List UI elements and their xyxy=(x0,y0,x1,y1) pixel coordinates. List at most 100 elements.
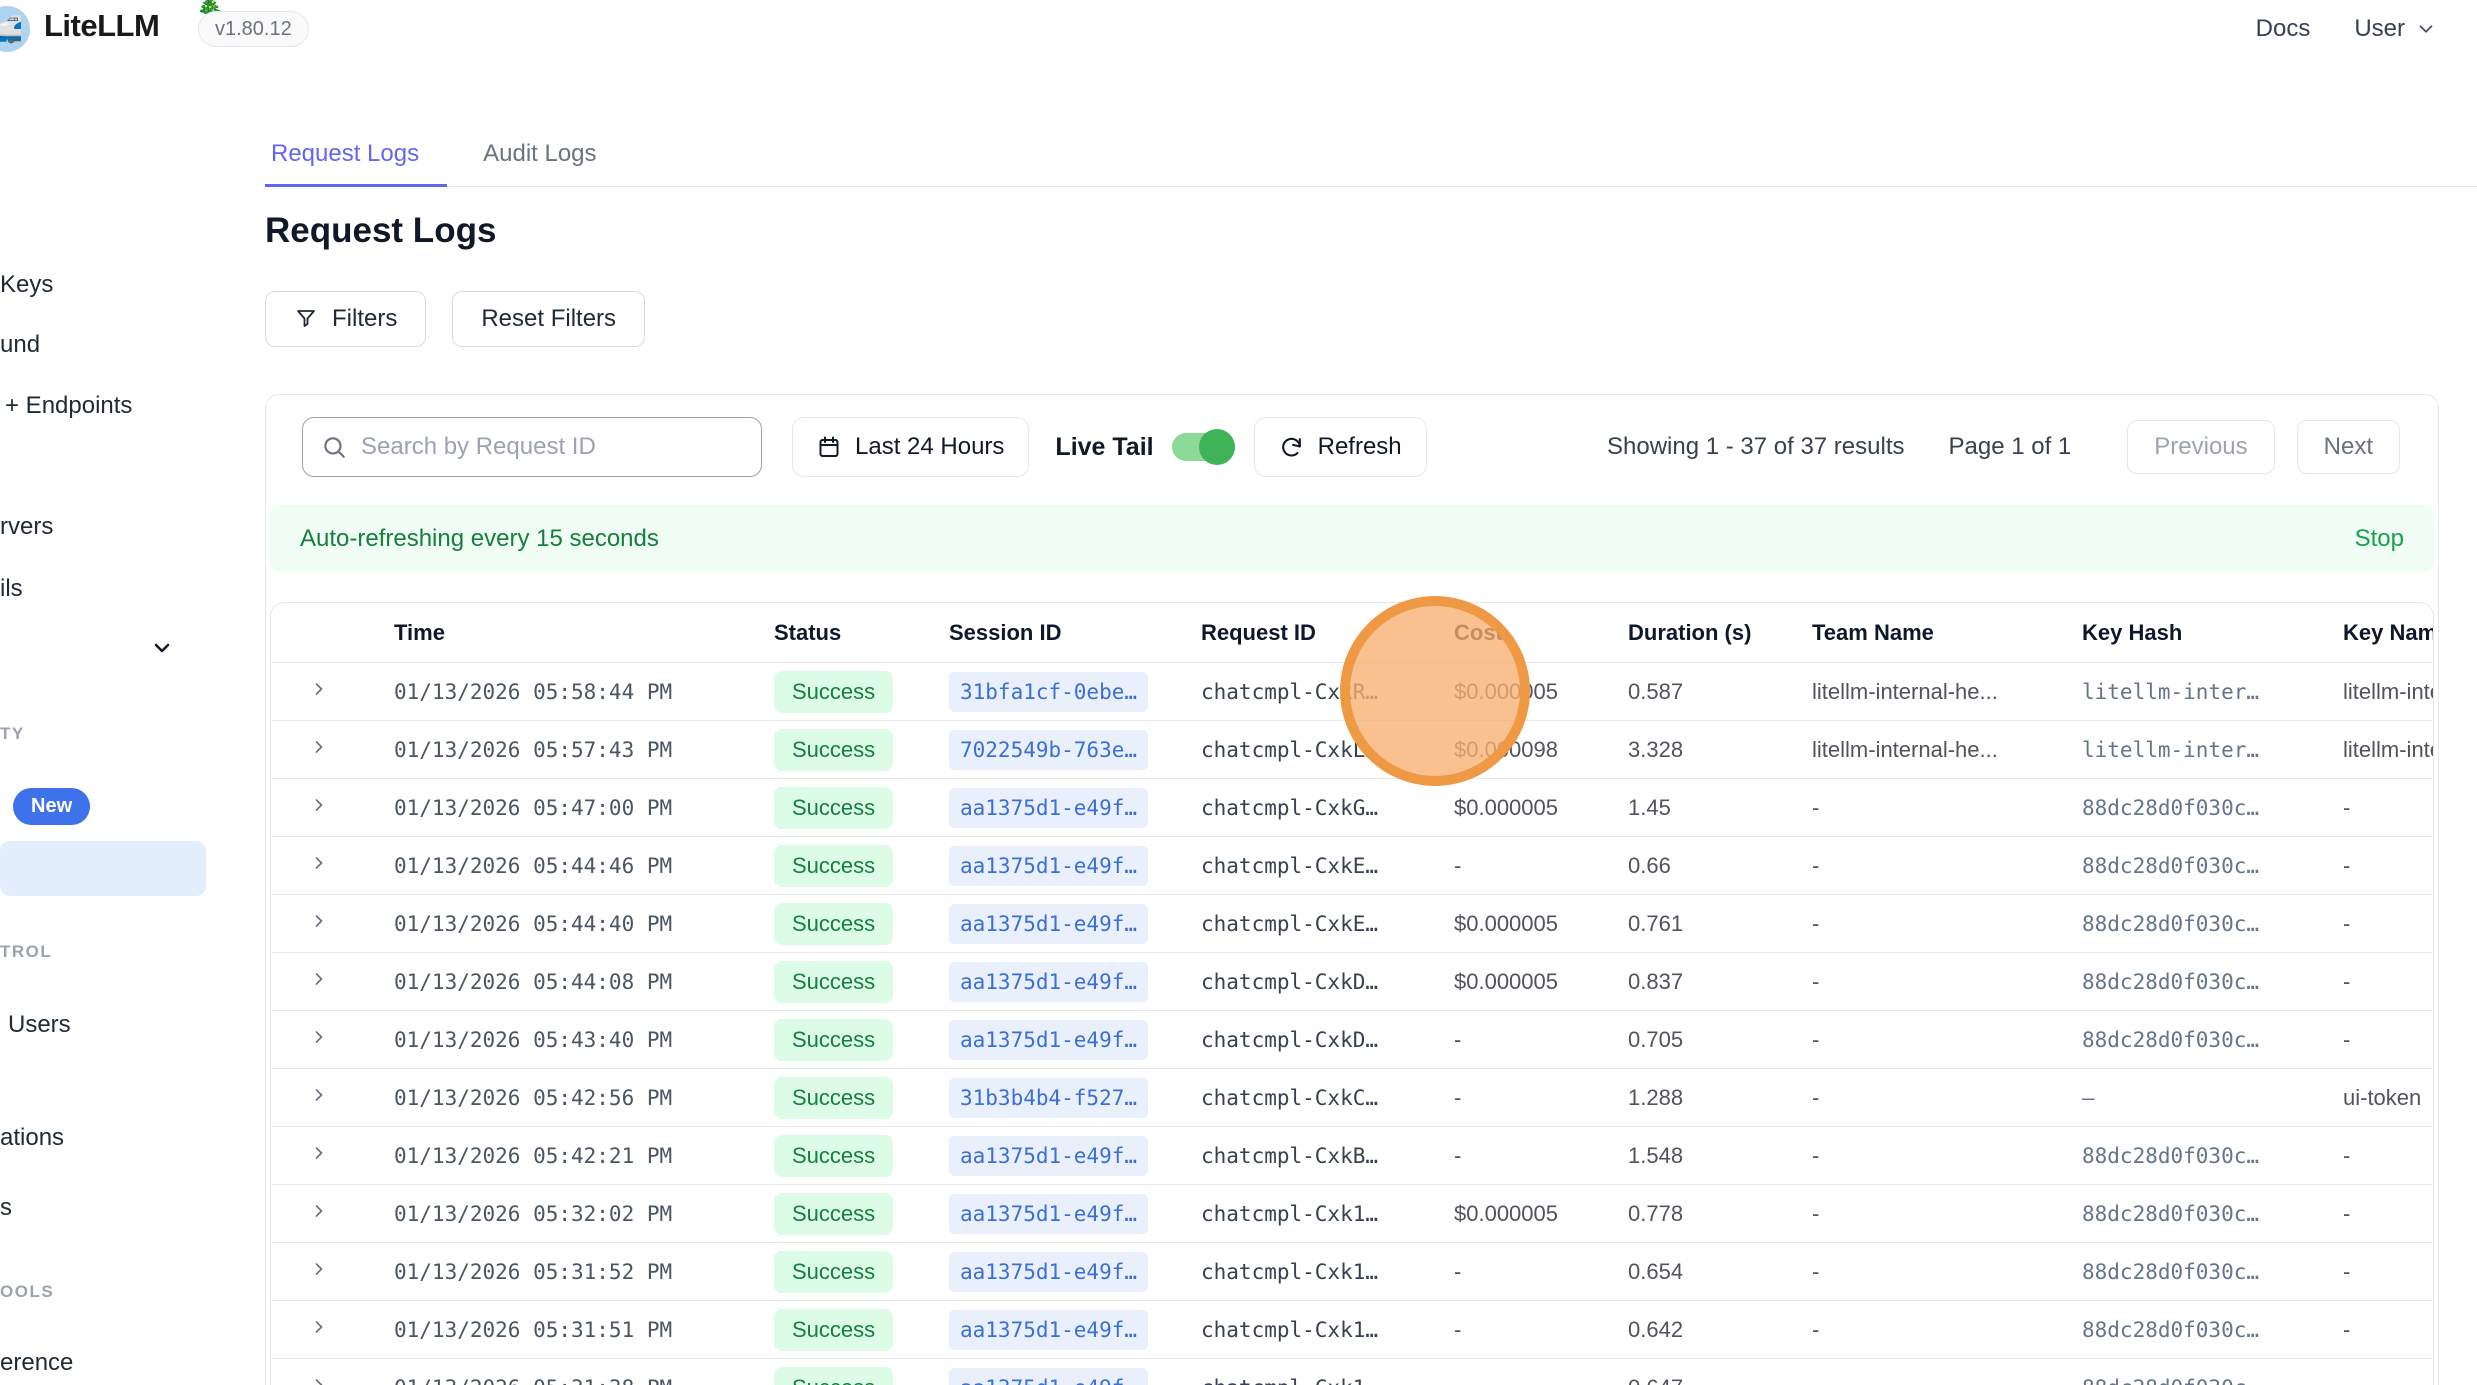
cell-key-hash: 88dc28d0f030c… xyxy=(2082,1318,2343,1342)
session-id-link[interactable]: 31b3b4b4-f527… xyxy=(949,1078,1148,1118)
search-icon xyxy=(321,434,347,460)
cell-key-hash: litellm-inter… xyxy=(2082,738,2343,762)
cell-key-hash: – xyxy=(2082,1086,2343,1110)
chevron-down-icon xyxy=(2415,18,2437,40)
table-row: 01/13/2026 05:42:56 PMSuccess31b3b4b4-f5… xyxy=(271,1069,2433,1127)
stop-auto-refresh-link[interactable]: Stop xyxy=(2355,525,2404,553)
previous-page-button[interactable]: Previous xyxy=(2127,420,2274,474)
expand-row-chevron-icon[interactable] xyxy=(309,853,329,873)
funnel-icon xyxy=(294,307,318,331)
refresh-button[interactable]: Refresh xyxy=(1254,417,1427,477)
column-header: Status xyxy=(774,620,949,646)
table-row: 01/13/2026 05:47:00 PMSuccessaa1375d1-e4… xyxy=(271,779,2433,837)
litellm-admin-window: 🚅 LiteLLM 🎄 v1.80.12 Docs User Keys und + … xyxy=(0,0,2477,1385)
cell-time: 01/13/2026 05:57:43 PM xyxy=(394,738,774,762)
cell-key-hash: 88dc28d0f030c… xyxy=(2082,1376,2343,1385)
table-row: 01/13/2026 05:31:51 PMSuccessaa1375d1-e4… xyxy=(271,1301,2433,1359)
session-id-link[interactable]: aa1375d1-e49f… xyxy=(949,1310,1148,1350)
sidebar-chevron-down-icon[interactable] xyxy=(150,636,174,660)
cell-session-id: 7022549b-763e… xyxy=(949,730,1201,770)
next-page-button[interactable]: Next xyxy=(2297,420,2400,474)
sidebar-item-fragment[interactable]: und xyxy=(0,331,40,359)
user-menu[interactable]: User xyxy=(2354,15,2437,43)
tab-audit-logs[interactable]: Audit Logs xyxy=(477,140,612,186)
cell-status: Success xyxy=(774,1193,949,1235)
column-header: Team Name xyxy=(1812,620,2082,646)
session-id-link[interactable]: 7022549b-763e… xyxy=(949,730,1148,770)
cell-key-hash: 88dc28d0f030c… xyxy=(2082,1202,2343,1226)
expand-row-chevron-icon[interactable] xyxy=(309,795,329,815)
expand-row-chevron-icon[interactable] xyxy=(309,1201,329,1221)
brand-name: LiteLLM xyxy=(44,8,159,44)
session-id-link[interactable]: aa1375d1-e49f… xyxy=(949,962,1148,1002)
expand-row-chevron-icon[interactable] xyxy=(309,1317,329,1337)
cell-request-id: chatcmpl-CxkE… xyxy=(1201,854,1454,878)
cell-key-name: - xyxy=(2343,1201,2433,1227)
time-range-button[interactable]: Last 24 Hours xyxy=(792,417,1029,477)
cell-duration: 0.587 xyxy=(1628,679,1812,705)
session-id-link[interactable]: 31bfa1cf-0ebe… xyxy=(949,672,1148,712)
sidebar-item-fragment[interactable]: ations xyxy=(0,1124,64,1152)
status-badge: Success xyxy=(774,1077,893,1119)
sidebar-item-fragment[interactable]: ils xyxy=(0,575,23,603)
expand-row-chevron-icon[interactable] xyxy=(309,1143,329,1163)
sidebar-item-fragment[interactable]: + Endpoints xyxy=(5,392,132,420)
cell-cost: - xyxy=(1454,1317,1628,1343)
sidebar-item-fragment[interactable]: Users xyxy=(8,1011,71,1039)
cell-status: Success xyxy=(774,1367,949,1385)
session-id-link[interactable]: aa1375d1-e49f… xyxy=(949,1194,1148,1234)
expand-row-chevron-icon[interactable] xyxy=(309,1375,329,1385)
sidebar-item-fragment[interactable]: s xyxy=(0,1194,12,1222)
docs-link[interactable]: Docs xyxy=(2256,15,2311,43)
session-id-link[interactable]: aa1375d1-e49f… xyxy=(949,788,1148,828)
version-badge: v1.80.12 xyxy=(198,11,309,47)
sidebar-item-logs-selected[interactable] xyxy=(0,841,206,896)
expand-row-chevron-icon[interactable] xyxy=(309,679,329,699)
session-id-link[interactable]: aa1375d1-e49f… xyxy=(949,904,1148,944)
column-header: Time xyxy=(394,620,774,646)
search-box[interactable] xyxy=(302,417,762,477)
cell-team-name: - xyxy=(1812,795,2082,821)
session-id-link[interactable]: aa1375d1-e49f… xyxy=(949,1368,1148,1385)
filters-button[interactable]: Filters xyxy=(265,291,426,347)
status-badge: Success xyxy=(774,1367,893,1385)
cell-duration: 0.66 xyxy=(1628,853,1812,879)
table-row: 01/13/2026 05:44:08 PMSuccessaa1375d1-e4… xyxy=(271,953,2433,1011)
sidebar-item-fragment[interactable]: Keys xyxy=(0,271,53,299)
top-bar: 🚅 LiteLLM 🎄 v1.80.12 Docs User xyxy=(0,0,2477,58)
expand-row-chevron-icon[interactable] xyxy=(309,1085,329,1105)
expand-row-chevron-icon[interactable] xyxy=(309,911,329,931)
cell-time: 01/13/2026 05:44:08 PM xyxy=(394,970,774,994)
cell-team-name: - xyxy=(1812,1027,2082,1053)
cell-session-id: aa1375d1-e49f… xyxy=(949,1252,1201,1292)
sidebar-item-fragment[interactable]: erence xyxy=(0,1349,73,1377)
cell-key-hash: 88dc28d0f030c… xyxy=(2082,796,2343,820)
logs-toolbar: Last 24 Hours Live Tail Refresh Showing … xyxy=(266,417,2438,477)
cell-session-id: aa1375d1-e49f… xyxy=(949,846,1201,886)
cell-status: Success xyxy=(774,961,949,1003)
sidebar-item-fragment[interactable]: rvers xyxy=(0,513,53,541)
cell-request-id: chatcmpl-Cxk1… xyxy=(1201,1318,1454,1342)
reset-filters-button[interactable]: Reset Filters xyxy=(452,291,645,347)
filters-button-label: Filters xyxy=(332,305,397,333)
expand-row-chevron-icon[interactable] xyxy=(309,1027,329,1047)
live-tail-toggle[interactable] xyxy=(1172,433,1232,461)
session-id-link[interactable]: aa1375d1-e49f… xyxy=(949,846,1148,886)
cell-team-name: - xyxy=(1812,1201,2082,1227)
expand-row-chevron-icon[interactable] xyxy=(309,1259,329,1279)
cell-duration: 0.778 xyxy=(1628,1201,1812,1227)
sidebar-item-fragment: TROL xyxy=(0,942,52,962)
search-input[interactable] xyxy=(361,433,743,461)
expand-row-chevron-icon[interactable] xyxy=(309,969,329,989)
table-row: 01/13/2026 05:44:46 PMSuccessaa1375d1-e4… xyxy=(271,837,2433,895)
logs-panel: Last 24 Hours Live Tail Refresh Showing … xyxy=(265,394,2439,1385)
session-id-link[interactable]: aa1375d1-e49f… xyxy=(949,1252,1148,1292)
cell-time: 01/13/2026 05:31:51 PM xyxy=(394,1318,774,1342)
session-id-link[interactable]: aa1375d1-e49f… xyxy=(949,1136,1148,1176)
click-indicator-circle xyxy=(1340,596,1530,786)
session-id-link[interactable]: aa1375d1-e49f… xyxy=(949,1020,1148,1060)
litellm-logo-icon: 🚅 xyxy=(0,6,30,52)
cell-cost: $0.000005 xyxy=(1454,795,1628,821)
tab-request-logs[interactable]: Request Logs xyxy=(265,140,447,187)
expand-row-chevron-icon[interactable] xyxy=(309,737,329,757)
